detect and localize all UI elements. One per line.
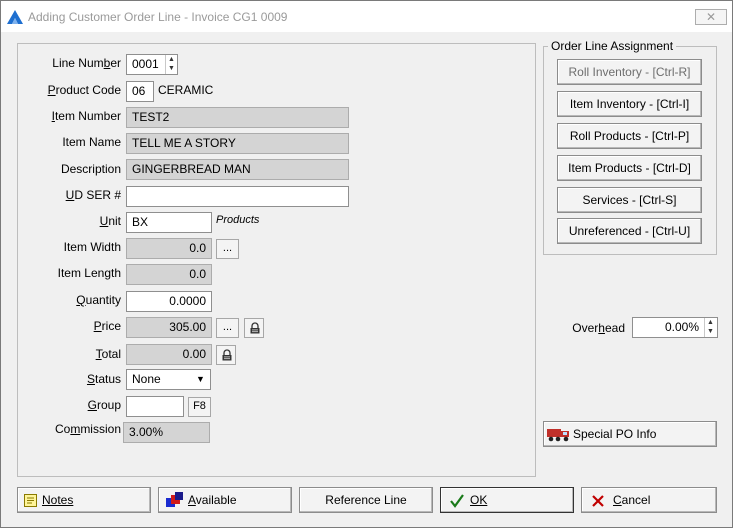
item-number-label: Item Number <box>51 109 121 123</box>
cancel-button[interactable]: Cancel <box>581 487 717 513</box>
reference-line-button[interactable]: Reference Line <box>299 487 433 513</box>
item-length-label: Item Length <box>57 266 121 280</box>
ud-ser-input[interactable] <box>126 186 349 207</box>
services-button[interactable]: Services - [Ctrl-S] <box>557 187 702 213</box>
quantity-label: Quantity <box>76 293 121 307</box>
price-label: Price <box>93 319 121 333</box>
item-inventory-button[interactable]: Item Inventory - [Ctrl-I] <box>557 91 702 117</box>
status-selected-value: None <box>132 372 161 386</box>
special-po-info-label: Special PO Info <box>573 427 657 441</box>
item-products-button[interactable]: Item Products - [Ctrl-D] <box>557 155 702 181</box>
roll-inventory-button[interactable]: Roll Inventory - [Ctrl-R] <box>557 59 702 85</box>
close-icon <box>592 495 604 507</box>
item-number-field: TEST2 <box>126 107 349 128</box>
dialog-window: Adding Customer Order Line - Invoice CG1… <box>0 0 733 528</box>
overhead-label: Overhead <box>572 321 625 335</box>
lock-icon <box>250 322 260 334</box>
overhead-spinner[interactable]: ▲ ▼ <box>704 318 716 337</box>
product-code-input[interactable]: 06 <box>126 81 154 102</box>
close-icon: ✕ <box>705 10 717 24</box>
available-button[interactable]: Available <box>158 487 292 513</box>
status-select[interactable]: None ▼ <box>126 369 211 390</box>
item-width-lookup-button[interactable]: ... <box>216 239 239 259</box>
price-field: 305.00 <box>126 317 212 338</box>
unit-note: Products <box>216 214 260 226</box>
quantity-input[interactable]: 0.0000 <box>126 291 212 312</box>
unit-label: Unit <box>99 214 121 228</box>
line-number-spinner[interactable]: ▲ ▼ <box>165 55 177 74</box>
item-width-label: Item Width <box>63 240 121 254</box>
roll-products-button[interactable]: Roll Products - [Ctrl-P] <box>557 123 702 149</box>
spin-up-icon[interactable]: ▲ <box>166 55 177 64</box>
total-field: 0.00 <box>126 344 212 365</box>
commission-label: Commission <box>54 422 121 436</box>
spin-down-icon[interactable]: ▼ <box>705 327 716 336</box>
chevron-down-icon[interactable]: ▼ <box>193 372 208 387</box>
lock-icon <box>222 349 232 361</box>
truck-icon <box>547 429 569 442</box>
status-label: Status <box>86 372 121 386</box>
notes-label: Notes <box>42 493 74 507</box>
price-lock-button[interactable] <box>244 318 264 338</box>
notes-button[interactable]: Notes <box>17 487 151 513</box>
title-bar: Adding Customer Order Line - Invoice CG1… <box>1 1 732 32</box>
item-name-field: TELL ME A STORY <box>126 133 349 154</box>
notes-icon <box>24 494 37 507</box>
ok-button[interactable]: OK <box>440 487 574 513</box>
commission-field: 3.00% <box>123 422 210 443</box>
window-title: Adding Customer Order Line - Invoice CG1… <box>28 10 288 24</box>
available-icon <box>166 492 183 507</box>
spin-down-icon[interactable]: ▼ <box>166 64 177 73</box>
unreferenced-button[interactable]: Unreferenced - [Ctrl-U] <box>557 218 702 244</box>
ok-label: OK <box>470 493 488 507</box>
spin-up-icon[interactable]: ▲ <box>705 318 716 327</box>
product-code-label: Product Code <box>47 83 121 97</box>
group-label: Group <box>87 398 121 412</box>
available-label: Available <box>188 493 237 507</box>
item-width-field: 0.0 <box>126 238 212 259</box>
total-label: Total <box>95 347 121 361</box>
price-lookup-button[interactable]: ... <box>216 318 239 338</box>
description-label: Description <box>60 162 121 176</box>
unit-input[interactable]: BX <box>126 212 212 233</box>
item-name-label: Item Name <box>62 135 121 149</box>
special-po-info-button[interactable]: Special PO Info <box>543 421 717 447</box>
ud-ser-label: UD SER # <box>65 188 121 202</box>
order-line-assignment-title: Order Line Assignment <box>548 39 677 53</box>
total-lock-button[interactable] <box>216 345 236 365</box>
close-button[interactable]: ✕ <box>695 9 727 25</box>
cancel-label: Cancel <box>613 493 651 507</box>
item-length-field: 0.0 <box>126 264 212 285</box>
app-logo-icon <box>7 10 23 24</box>
product-code-description: CERAMIC <box>158 83 214 97</box>
description-field: GINGERBREAD MAN <box>126 159 349 180</box>
line-number-label: Line Number <box>52 56 121 70</box>
group-lookup-button[interactable]: F8 <box>188 397 211 417</box>
group-input[interactable] <box>126 396 184 417</box>
checkmark-icon <box>450 494 464 508</box>
